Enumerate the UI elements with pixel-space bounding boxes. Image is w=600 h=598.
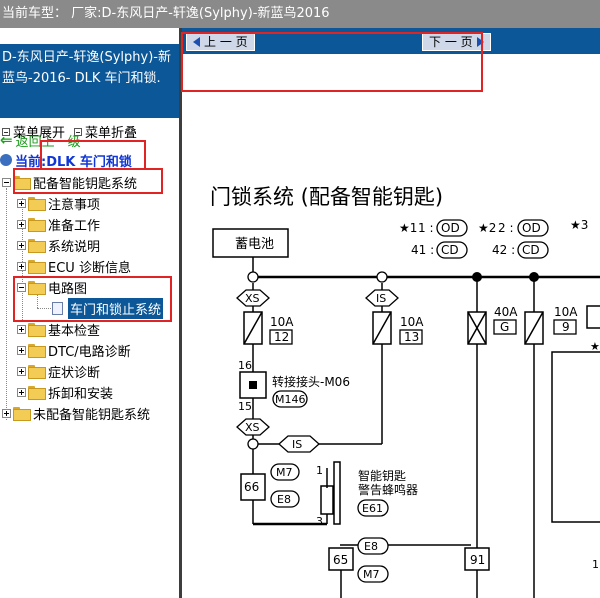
- annotation-box-circuit: [13, 276, 172, 322]
- fuse4-amp: 10A: [554, 305, 578, 319]
- expand-icon[interactable]: [17, 345, 26, 355]
- menu-collapse-button[interactable]: 菜单折叠: [74, 122, 137, 141]
- fuse1-amp: 10A: [270, 315, 294, 329]
- annotation-box-navigation: [181, 32, 483, 92]
- annotation-box-smart-key: [13, 168, 163, 194]
- is-label-bottom: IS: [292, 438, 302, 451]
- battery-label: 蓄电池: [235, 237, 274, 252]
- folder-icon: [28, 239, 46, 253]
- m146-label: M146: [275, 393, 306, 406]
- current-model-text: 当前车型： 厂家:D-东风日产-轩逸(Sylphy)-新蓝鸟2016: [2, 6, 330, 21]
- tree-item-label: 未配备智能钥匙系统: [33, 407, 151, 423]
- legend-code-2: OD: [522, 221, 541, 235]
- legend-num-42: 42 :: [492, 243, 515, 257]
- buzzer-label-2: 警告蜂鸣器: [358, 482, 418, 497]
- tree-item-label: ECU 诊断信息: [48, 260, 131, 276]
- legend-code-41: CD: [441, 243, 459, 257]
- expand-icon[interactable]: [17, 261, 26, 271]
- tree-item-dtc-diagnosis[interactable]: DTC/电路诊断: [17, 340, 131, 360]
- fuse1-no: 12: [274, 330, 289, 344]
- e61-label: E61: [362, 502, 383, 515]
- tree-item-label: 系统说明: [48, 239, 101, 255]
- tree-item-symptom-diagnosis[interactable]: 症状诊断: [17, 361, 100, 381]
- tree-item-label: DTC/电路诊断: [48, 344, 131, 360]
- fuse3-amp: 40A: [494, 305, 518, 319]
- model-header: D-东风日产-轩逸(Sylphy)-新 蓝鸟-2016- DLK 车门和锁.: [0, 44, 179, 118]
- legend-num-41: 41 :: [411, 243, 434, 257]
- tree-item-label: 基本检查: [48, 323, 101, 339]
- menu-collapse-label: 菜单折叠: [85, 126, 138, 141]
- expand-icon[interactable]: [17, 387, 26, 397]
- fuse2-no: 13: [404, 330, 419, 344]
- is-label-top: IS: [376, 292, 386, 305]
- legend-mark-1: ★1: [399, 221, 417, 235]
- tree-item-ecu-diagnosis[interactable]: ECU 诊断信息: [17, 256, 131, 276]
- tree-item-label: 症状诊断: [48, 365, 101, 381]
- tree-item-removal-installation[interactable]: 拆卸和安装: [17, 382, 113, 402]
- legend-mark-3: ★3: [570, 218, 588, 232]
- fuse4-no: 9: [562, 320, 570, 334]
- expand-icon[interactable]: [17, 198, 26, 208]
- current-location-icon: [0, 154, 12, 166]
- e8-label: E8: [277, 493, 291, 506]
- fuse3-no: G: [500, 320, 509, 334]
- edge-star: ★: [590, 340, 600, 353]
- folder-icon: [28, 218, 46, 232]
- legend-code-42: CD: [522, 243, 540, 257]
- pin-1: 1: [316, 464, 323, 477]
- legend-num-2: 2 :: [498, 221, 514, 235]
- folder-icon: [28, 197, 46, 211]
- fuse2-amp: 10A: [400, 315, 424, 329]
- legend-mark-2: ★2: [478, 221, 496, 235]
- expand-icon[interactable]: [17, 240, 26, 250]
- m7-label-2: M7: [363, 568, 380, 581]
- collapse-icon[interactable]: [2, 177, 11, 187]
- pin-3: 3: [316, 515, 323, 528]
- pin-65: 65: [333, 553, 348, 567]
- window-title-bar: 当前车型： 厂家:D-东风日产-轩逸(Sylphy)-新蓝鸟2016: [0, 0, 600, 28]
- joint-connector-label: 转接接头-M06: [272, 374, 350, 389]
- expand-icon[interactable]: [17, 324, 26, 334]
- legend-code-1: OD: [441, 221, 460, 235]
- tree-item-system-description[interactable]: 系统说明: [17, 235, 100, 255]
- edge-num: 1: [592, 558, 599, 571]
- annotation-box-current: [40, 140, 146, 170]
- back-arrow-icon: ⇐: [0, 131, 13, 149]
- tree-item-label: 拆卸和安装: [48, 386, 114, 402]
- folder-icon: [28, 386, 46, 400]
- legend-num-1: 1 :: [418, 221, 434, 235]
- right-edge-module: [551, 351, 600, 523]
- tree-item-preparation[interactable]: 准备工作: [17, 214, 100, 234]
- folder-icon: [28, 365, 46, 379]
- model-line-1: D-东风日产-轩逸(Sylphy)-新: [2, 50, 171, 65]
- e8-label-2: E8: [364, 540, 378, 553]
- warning-buzzer: [320, 485, 334, 515]
- xs-label-top: XS: [245, 292, 260, 305]
- tree-item-basic-inspection[interactable]: 基本检查: [17, 319, 100, 339]
- tree-item-no-smart-key[interactable]: 未配备智能钥匙系统: [2, 403, 150, 423]
- model-line-2: 蓝鸟-2016- DLK 车门和锁.: [2, 71, 161, 86]
- folder-icon: [13, 407, 31, 421]
- folder-icon: [28, 323, 46, 337]
- expand-icon[interactable]: [2, 408, 11, 418]
- wiring-diagram: 蓄电池 ★1 1 : OD ★2 2 : OD 41 : CD 42 : CD …: [212, 218, 600, 598]
- tree-item-label: 注意事项: [48, 197, 101, 213]
- content-panel: 上 一 页 下 一 页 门锁系统 (配备智能钥匙) 蓄电池 ★1 1: OD …: [182, 28, 600, 598]
- pin-91: 91: [470, 553, 485, 567]
- expand-icon[interactable]: [17, 366, 26, 376]
- tree-item-label: 准备工作: [48, 218, 101, 234]
- folder-icon: [28, 260, 46, 274]
- folder-icon: [28, 344, 46, 358]
- expand-icon[interactable]: [17, 219, 26, 229]
- tree-item-precautions[interactable]: 注意事项: [17, 193, 100, 213]
- buzzer-label-1: 智能钥匙: [358, 468, 406, 483]
- xs-label-bottom: XS: [245, 421, 260, 434]
- pin-16: 16: [238, 359, 252, 372]
- pin-15: 15: [238, 400, 252, 413]
- pin-66: 66: [244, 480, 259, 494]
- m7-label: M7: [276, 466, 293, 479]
